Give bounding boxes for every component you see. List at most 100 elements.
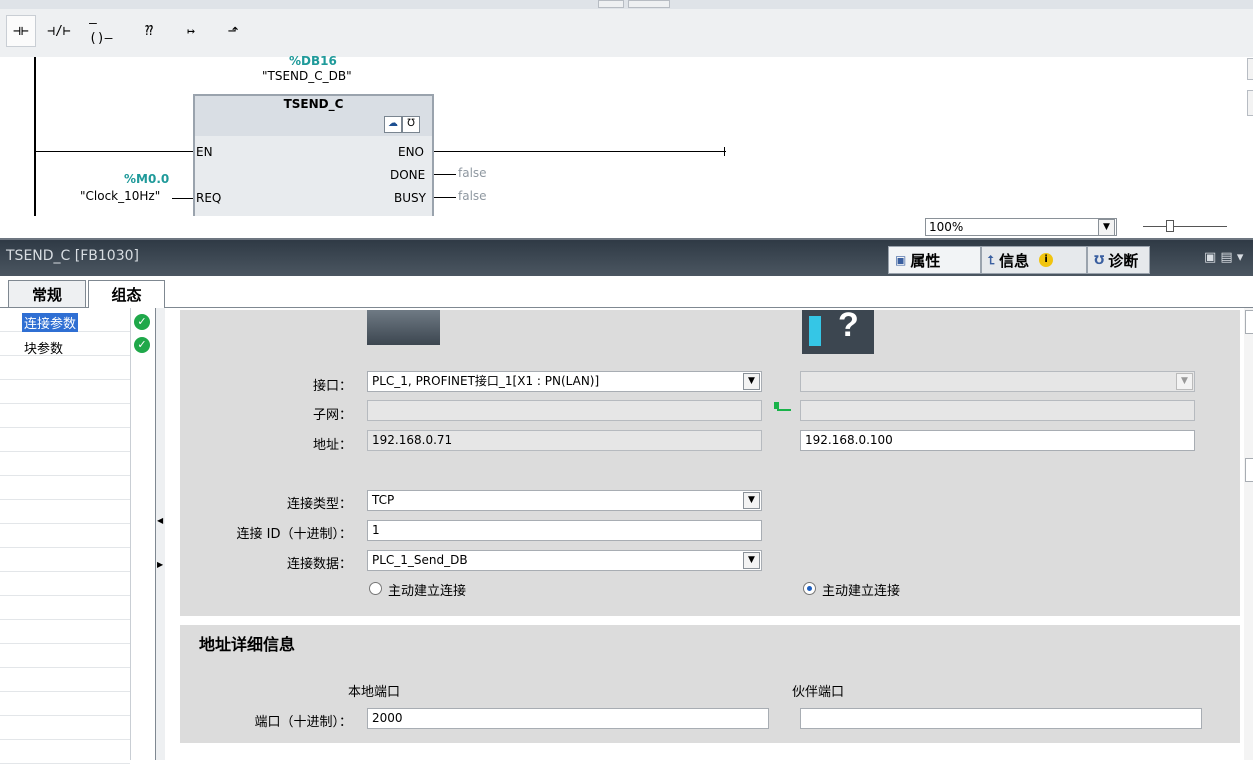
unknown-partner-image: ?: [802, 306, 874, 354]
partner-interface-select[interactable]: ▼: [800, 371, 1195, 392]
pin-done: DONE: [390, 168, 426, 182]
conn-type-value: TCP: [372, 493, 395, 507]
conn-type-label: 连接类型：: [286, 497, 352, 512]
open-branch-icon[interactable]: ↦: [176, 15, 206, 47]
db-name[interactable]: "TSEND_C_DB": [262, 69, 352, 83]
req-tag[interactable]: "Clock_10Hz": [80, 189, 160, 203]
pin-req: REQ: [196, 191, 222, 205]
subtab-bar: [0, 276, 1253, 308]
partner-address-field[interactable]: 192.168.0.100: [800, 430, 1195, 451]
address-details-title: 地址详细信息: [199, 635, 296, 654]
device-slot-icon: [809, 316, 821, 346]
port-label: 端口（十进制）：: [254, 715, 352, 730]
power-rail: [34, 57, 36, 216]
nav-divider: [130, 308, 131, 760]
info-icon: ⮤: [988, 252, 996, 267]
interface-label: 接口：: [312, 379, 352, 394]
done-value: false: [458, 166, 487, 180]
ladder-toolbar: ⊣⊢ ⊣/⊢ –()– ⁇ ↦ ⬏: [0, 9, 1253, 57]
ladder-network: %DB16 "TSEND_C_DB" %M0.0 "Clock_10Hz": [0, 54, 1253, 216]
subnet-label: 子网：: [312, 408, 352, 423]
chevron-down-icon[interactable]: ▼: [743, 552, 760, 569]
expand-right-icon[interactable]: ▶: [157, 560, 163, 569]
collapse-down-button[interactable]: [628, 0, 670, 8]
pin-eno: ENO: [398, 145, 425, 159]
chevron-down-icon[interactable]: ▼: [743, 492, 760, 509]
tab-general[interactable]: 常规: [8, 280, 86, 307]
coil-icon[interactable]: –()–: [88, 15, 118, 47]
zoom-slider-thumb[interactable]: [1166, 220, 1174, 232]
tab-properties[interactable]: ▣ 属性: [888, 246, 981, 274]
tab-diagnostics[interactable]: ℧ 诊断: [1087, 246, 1150, 274]
partner-active-label: 主动建立连接: [822, 584, 901, 599]
properties-icon: ▣: [895, 253, 907, 267]
local-interface-select[interactable]: PLC_1, PROFINET接口_1[X1 : PN(LAN)] ▼: [367, 371, 762, 392]
partner-port-header: 伙伴端口: [792, 685, 845, 700]
partner-port-field[interactable]: [800, 708, 1202, 729]
address-label: 地址：: [312, 438, 352, 453]
pin-busy: BUSY: [394, 191, 426, 205]
contact-no-icon[interactable]: ⊣⊢: [6, 15, 36, 47]
scroll-thumb[interactable]: [1245, 310, 1253, 334]
done-wire: [434, 174, 456, 175]
busy-wire: [434, 197, 456, 198]
local-address-field: 192.168.0.71: [367, 430, 762, 451]
zoom-select[interactable]: 100% ▼: [925, 218, 1117, 236]
tab-label: 诊断: [1108, 251, 1139, 270]
ladder-scroll-button[interactable]: [1247, 58, 1253, 80]
conn-id-field[interactable]: 1: [367, 520, 762, 541]
chevron-down-icon[interactable]: ▼: [1176, 373, 1193, 390]
local-subnet-field: [367, 400, 762, 421]
empty-box-icon[interactable]: ⁇: [134, 15, 164, 47]
local-plc-image: [367, 310, 440, 345]
chevron-down-icon[interactable]: ▼: [743, 373, 760, 390]
question-icon: ?: [838, 306, 859, 344]
nav-item-connection-params[interactable]: 连接参数: [22, 313, 79, 332]
status-ok-icon: ✓: [134, 314, 150, 330]
scroll-thumb[interactable]: [1245, 458, 1253, 482]
tab-info[interactable]: ⮤ 信息 i: [981, 246, 1087, 274]
connection-config-icon[interactable]: ☁: [384, 116, 402, 133]
db-address: %DB16: [289, 54, 337, 68]
network-icon: [774, 402, 779, 409]
wire-end: [724, 147, 725, 156]
block-title: TSEND_C: [283, 97, 344, 111]
partner-active-radio[interactable]: [803, 582, 816, 595]
conn-type-select[interactable]: TCP ▼: [367, 490, 762, 511]
zoom-slider[interactable]: [1143, 226, 1227, 227]
contact-nc-icon[interactable]: ⊣/⊢: [44, 15, 74, 47]
local-active-radio[interactable]: [369, 582, 382, 595]
conn-data-select[interactable]: PLC_1_Send_DB ▼: [367, 550, 762, 571]
nav-item-block-params[interactable]: 块参数: [24, 338, 63, 357]
ladder-scroll-button[interactable]: [1247, 90, 1253, 116]
nav-collapse-bar[interactable]: [156, 308, 165, 760]
pin-en: EN: [196, 145, 213, 159]
en-wire: [36, 151, 194, 152]
partner-subnet-field: [800, 400, 1195, 421]
local-active-label: 主动建立连接: [388, 584, 467, 599]
conn-id-label: 连接 ID（十进制）：: [236, 527, 352, 542]
status-ok-icon: ✓: [134, 337, 150, 353]
local-interface-value: PLC_1, PROFINET接口_1[X1 : PN(LAN)]: [372, 374, 600, 388]
local-port-header: 本地端口: [348, 685, 401, 700]
info-badge-icon: i: [1039, 253, 1054, 267]
inspector-title: TSEND_C [FB1030]: [6, 248, 139, 264]
close-branch-icon[interactable]: ⬏: [218, 15, 248, 47]
collapse-up-button[interactable]: [598, 0, 624, 8]
eno-wire: [434, 151, 726, 152]
local-port-field[interactable]: 2000: [367, 708, 769, 729]
diagnostics-icon[interactable]: ℧: [402, 116, 420, 133]
req-wire: [172, 198, 194, 199]
collapse-left-icon[interactable]: ◀: [157, 516, 163, 525]
content-scrollbar[interactable]: [1244, 308, 1253, 760]
window-controls-icon[interactable]: ▣ ▤ ▾: [1204, 250, 1243, 265]
config-nav: ◀ ▶: [0, 308, 165, 764]
tab-label: 信息: [999, 251, 1030, 270]
tab-configuration[interactable]: 组态: [88, 280, 165, 308]
chevron-down-icon[interactable]: ▼: [1098, 219, 1115, 236]
req-address: %M0.0: [124, 172, 170, 186]
network-icon-line: [777, 409, 791, 411]
conn-data-label: 连接数据：: [286, 557, 352, 572]
tab-label: 属性: [910, 251, 941, 270]
zoom-value: 100%: [929, 220, 964, 234]
